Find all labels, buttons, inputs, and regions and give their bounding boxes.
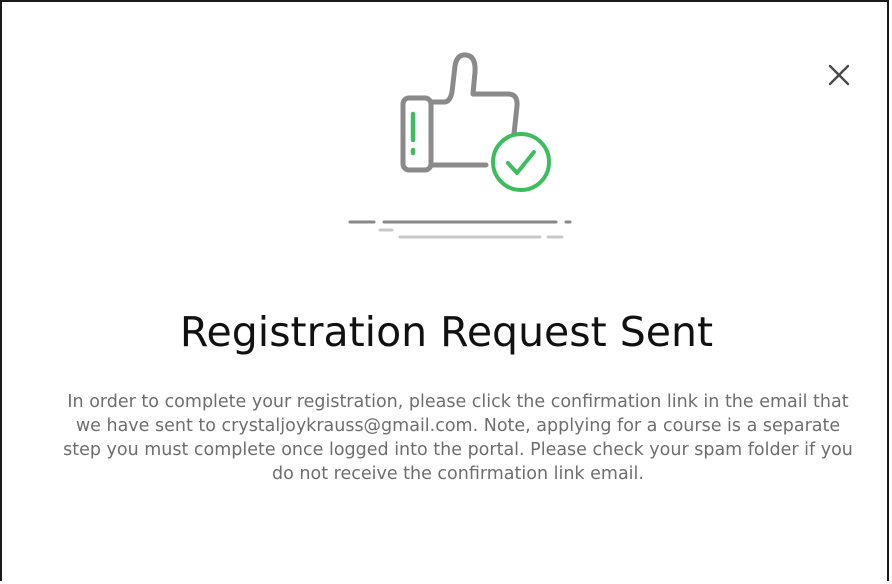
registration-sent-dialog: Registration Request Sent In order to co… [0, 0, 889, 581]
close-icon[interactable] [824, 60, 854, 90]
dialog-title: Registration Request Sent [179, 308, 714, 356]
dialog-message: In order to complete your registration, … [63, 392, 853, 484]
close-button[interactable] [824, 60, 854, 90]
thumbs-up-check-icon [348, 52, 572, 239]
